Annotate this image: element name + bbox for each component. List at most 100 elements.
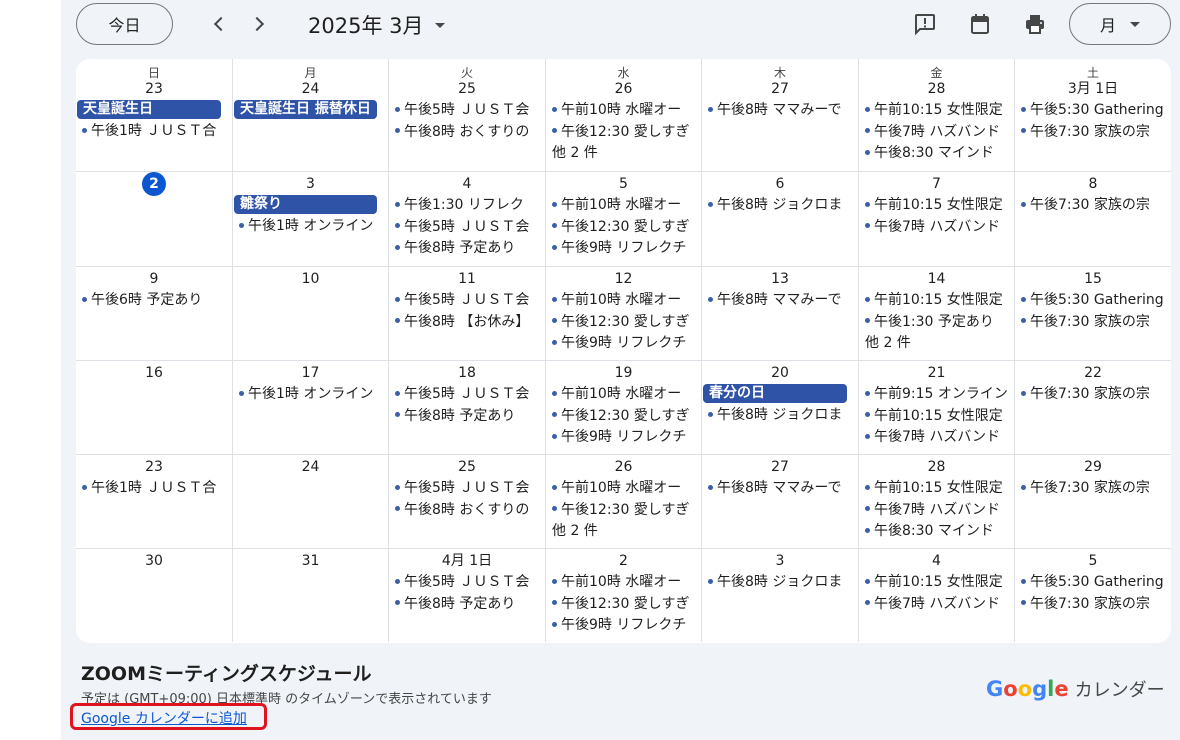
date-number[interactable]: 2	[546, 552, 701, 570]
event-chip[interactable]: 午前10:15 女性限定	[859, 478, 1014, 500]
more-events-link[interactable]: 他 2 件	[546, 521, 701, 542]
date-number[interactable]: 28	[859, 80, 1014, 98]
date-number[interactable]: 14	[859, 270, 1014, 288]
event-chip[interactable]: 午後7:30 家族の宗	[1015, 195, 1171, 217]
date-number[interactable]: 8	[1015, 175, 1171, 193]
event-chip[interactable]: 午後7時 ハズバンド	[859, 217, 1014, 239]
event-chip[interactable]: 午後12:30 愛しすぎ	[546, 500, 701, 522]
event-chip[interactable]: 午後5時 ＪＵＳＴ会	[389, 572, 545, 594]
day-cell[interactable]: 7 午前10:15 女性限定 午後7時 ハズバンド	[859, 172, 1015, 267]
day-cell[interactable]: 17 午後1時 オンライン	[233, 361, 389, 455]
more-events-link[interactable]: 他 2 件	[546, 143, 701, 164]
event-chip[interactable]: 午後5時 ＪＵＳＴ会	[389, 384, 545, 406]
day-cell[interactable]: 15 午後5:30 Gathering 午後7:30 家族の宗	[1015, 267, 1171, 361]
event-chip[interactable]: 午後6時 予定あり	[76, 290, 232, 312]
day-cell[interactable]: 4月 1日午後5時 ＪＵＳＴ会 午後8時 予定あり	[389, 549, 546, 642]
day-cell[interactable]: 金 28 午前10:15 女性限定 午後7時 ハズバンド 午後8:30 マインド	[859, 59, 1015, 172]
day-cell[interactable]: 木 27 午後8時 ママみーで	[702, 59, 859, 172]
day-cell[interactable]: 31	[233, 549, 389, 642]
today-date-number[interactable]: 2	[76, 172, 232, 196]
event-chip[interactable]: 午後7:30 家族の宗	[1015, 478, 1171, 500]
print-button[interactable]	[1021, 10, 1049, 38]
date-number[interactable]: 29	[1015, 458, 1171, 476]
date-number[interactable]: 21	[859, 364, 1014, 382]
date-number[interactable]: 27	[702, 80, 858, 98]
next-month-button[interactable]	[244, 9, 274, 39]
event-chip[interactable]: 午後7時 ハズバンド	[859, 122, 1014, 144]
day-cell[interactable]: 20 春分の日 午後8時 ジョクロま	[702, 361, 859, 455]
day-cell[interactable]: 土 3月 1日 午後5:30 Gathering 午後7:30 家族の宗	[1015, 59, 1171, 172]
all-day-event[interactable]: 春分の日	[703, 384, 847, 403]
event-chip[interactable]: 午後8時 予定あり	[389, 406, 545, 428]
date-number[interactable]: 23	[76, 80, 232, 98]
day-cell[interactable]: 30	[76, 549, 233, 642]
event-chip[interactable]: 午後5:30 Gathering	[1015, 100, 1171, 122]
event-chip[interactable]: 午後8時 予定あり	[389, 594, 545, 616]
event-chip[interactable]: 午前10:15 女性限定	[859, 406, 1014, 428]
date-number[interactable]: 4	[859, 552, 1014, 570]
date-number[interactable]: 18	[389, 364, 545, 382]
event-chip[interactable]: 午後5時 ＪＵＳＴ会	[389, 478, 545, 500]
event-chip[interactable]: 午前10:15 女性限定	[859, 572, 1014, 594]
event-chip[interactable]: 午後5時 ＪＵＳＴ会	[389, 290, 545, 312]
date-number[interactable]: 3月 1日	[1015, 80, 1171, 98]
previous-month-button[interactable]	[204, 9, 234, 39]
event-chip[interactable]: 午前10:15 女性限定	[859, 290, 1014, 312]
event-chip[interactable]: 午後1:30 予定あり	[859, 312, 1014, 334]
more-events-link[interactable]: 他 2 件	[859, 333, 1014, 354]
day-cell[interactable]: 16	[76, 361, 233, 455]
day-cell[interactable]: 21 午前9:15 オンライン 午前10:15 女性限定 午後7時 ハズバンド	[859, 361, 1015, 455]
date-number[interactable]: 16	[76, 364, 232, 382]
date-number[interactable]: 12	[546, 270, 701, 288]
day-cell[interactable]: 3 雛祭り 午後1時 オンライン	[233, 172, 389, 267]
day-cell[interactable]: 14 午前10:15 女性限定 午後1:30 予定あり他 2 件	[859, 267, 1015, 361]
day-cell[interactable]: 23 午後1時 ＪＵＳＴ合	[76, 455, 233, 549]
day-cell[interactable]: 6 午後8時 ジョクロま	[702, 172, 859, 267]
event-chip[interactable]: 午後5時 ＪＵＳＴ会	[389, 217, 545, 239]
date-number[interactable]: 6	[702, 175, 858, 193]
date-number[interactable]: 26	[546, 80, 701, 98]
day-cell[interactable]: 4 午後1:30 リフレク 午後5時 ＪＵＳＴ会 午後8時 予定あり	[389, 172, 546, 267]
day-cell[interactable]: 3 午後8時 ジョクロま	[702, 549, 859, 642]
event-chip[interactable]: 午前10時 水曜オー	[546, 384, 701, 406]
event-chip[interactable]: 午後8時 ママみーで	[702, 100, 858, 122]
event-chip[interactable]: 午後1時 オンライン	[233, 216, 388, 238]
date-number[interactable]: 5	[546, 175, 701, 193]
day-cell[interactable]: 10	[233, 267, 389, 361]
date-number[interactable]: 19	[546, 364, 701, 382]
date-number[interactable]: 23	[76, 458, 232, 476]
day-cell[interactable]: 8 午後7:30 家族の宗	[1015, 172, 1171, 267]
event-chip[interactable]: 午後9時 リフレクチ	[546, 427, 701, 449]
event-chip[interactable]: 午後12:30 愛しすぎ	[546, 406, 701, 428]
event-chip[interactable]: 午後7:30 家族の宗	[1015, 312, 1171, 334]
day-cell[interactable]: 2 午前10時 水曜オー 午後12:30 愛しすぎ 午後9時 リフレクチ	[546, 549, 702, 642]
day-cell[interactable]: 月 24 天皇誕生日 振替休日	[233, 59, 389, 172]
event-chip[interactable]: 午前10時 水曜オー	[546, 572, 701, 594]
day-cell[interactable]: 22 午後7:30 家族の宗	[1015, 361, 1171, 455]
date-number[interactable]: 5	[1015, 552, 1171, 570]
all-day-event[interactable]: 天皇誕生日	[77, 100, 221, 119]
date-number[interactable]: 3	[702, 552, 858, 570]
event-chip[interactable]: 午後5:30 Gathering	[1015, 572, 1171, 594]
event-chip[interactable]: 午後9時 リフレクチ	[546, 615, 701, 637]
view-selector[interactable]: 月	[1069, 3, 1171, 45]
event-chip[interactable]: 午後1:30 リフレク	[389, 195, 545, 217]
event-chip[interactable]: 午後7:30 家族の宗	[1015, 594, 1171, 616]
day-cell[interactable]: 28 午前10:15 女性限定 午後7時 ハズバンド 午後8:30 マインド	[859, 455, 1015, 549]
day-cell[interactable]: 13 午後8時 ママみーで	[702, 267, 859, 361]
calendar-view-button[interactable]	[966, 10, 994, 38]
today-button[interactable]: 今日	[76, 3, 173, 45]
date-number[interactable]: 4月 1日	[389, 552, 545, 570]
event-chip[interactable]: 午後12:30 愛しすぎ	[546, 217, 701, 239]
event-chip[interactable]: 午後8時 おくすりの	[389, 122, 545, 144]
event-chip[interactable]: 午後1時 オンライン	[233, 384, 388, 406]
date-number[interactable]: 30	[76, 552, 232, 570]
date-number[interactable]: 11	[389, 270, 545, 288]
feedback-button[interactable]	[911, 10, 939, 38]
event-chip[interactable]: 午後1時 ＪＵＳＴ合	[76, 478, 232, 500]
day-cell[interactable]: 水 26 午前10時 水曜オー 午後12:30 愛しすぎ他 2 件	[546, 59, 702, 172]
date-number[interactable]: 26	[546, 458, 701, 476]
event-chip[interactable]: 午後8時 ジョクロま	[702, 405, 858, 427]
date-number[interactable]: 24	[233, 80, 388, 98]
add-to-google-calendar-link[interactable]: Google カレンダーに追加	[81, 708, 247, 728]
